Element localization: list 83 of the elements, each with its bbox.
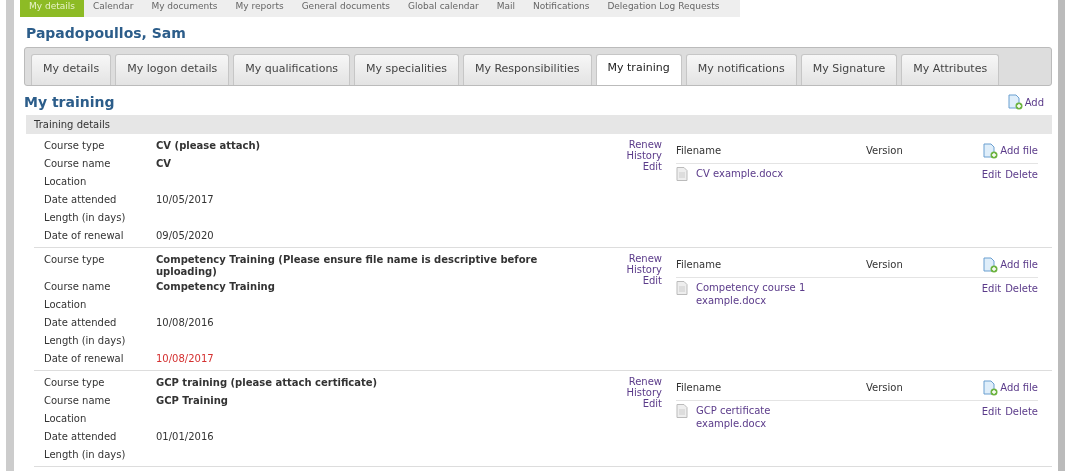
file-action-link[interactable]: Edit	[981, 166, 1002, 182]
field-value: GCP training (please attach certificate)	[156, 375, 379, 390]
field-label: Length (in days)	[44, 447, 127, 462]
tab[interactable]: My notifications	[685, 54, 797, 85]
field-value: Competency Training (Please ensure file name is descriptive before uploading)	[156, 252, 539, 278]
person-name: Papadopoullos, Sam	[26, 24, 187, 43]
field-value: CV	[156, 156, 173, 171]
action-link[interactable]: History	[626, 386, 662, 398]
column-header: Filename	[676, 144, 723, 158]
action-link[interactable]: Renew	[628, 138, 662, 150]
subheader-bar: Training details	[26, 114, 1052, 134]
add-document-icon	[982, 379, 999, 396]
field-value: 01/01/2016	[156, 429, 215, 444]
section-title: My training	[24, 92, 115, 112]
field-label: Length (in days)	[44, 210, 127, 225]
add-file-link[interactable]: Add file	[1000, 380, 1038, 395]
field-label: Course type	[44, 375, 106, 390]
field-value: GCP Training	[156, 393, 229, 408]
tab[interactable]: My qualifications	[233, 54, 351, 85]
tab[interactable]: My Responsibilities	[462, 54, 592, 85]
field-value: Competency Training	[156, 279, 276, 294]
file-action-link[interactable]: Delete	[1005, 280, 1038, 307]
tab[interactable]: My specialities	[354, 54, 459, 85]
nav-link-item[interactable]: My reports	[226, 0, 293, 17]
file-action-link[interactable]: Edit	[981, 403, 1002, 430]
nav-link-item[interactable]: Calendar	[83, 0, 143, 17]
document-icon	[676, 403, 688, 418]
file-link[interactable]: GCP certificate example.docx	[696, 403, 826, 430]
field-label: Course name	[44, 279, 112, 294]
file-action-link[interactable]: Delete	[1005, 403, 1038, 430]
column-header: Filename	[676, 381, 723, 395]
field-value: 10/08/2017	[156, 351, 215, 366]
action-link[interactable]: History	[626, 263, 662, 275]
field-label: Location	[44, 297, 88, 312]
nav-link-item[interactable]: Global calendar	[399, 0, 488, 17]
add-file-link[interactable]: Add file	[1000, 143, 1038, 158]
field-value: 10/05/2017	[156, 192, 215, 207]
field-label: Course type	[44, 252, 106, 267]
field-label: Length (in days)	[44, 333, 127, 348]
field-label: Location	[44, 411, 88, 426]
action-link[interactable]: Renew	[628, 252, 662, 264]
add-document-icon	[1006, 94, 1023, 110]
document-icon	[676, 166, 688, 181]
file-link[interactable]: Competency course 1 example.docx	[696, 280, 826, 307]
tab[interactable]: My logon details	[115, 54, 230, 85]
document-icon	[676, 280, 688, 295]
add-document-icon	[982, 142, 999, 159]
file-link[interactable]: CV example.docx	[696, 166, 784, 180]
tab[interactable]: My training	[595, 54, 682, 85]
add-file-link[interactable]: Add file	[1000, 257, 1038, 272]
file-action-link[interactable]: Delete	[1005, 166, 1038, 182]
field-label: Course type	[44, 138, 106, 153]
field-label: Date attended	[44, 315, 118, 330]
action-link[interactable]: Edit	[642, 160, 662, 172]
action-link[interactable]: Renew	[628, 375, 662, 387]
file-action-link[interactable]: Edit	[981, 280, 1002, 307]
field-label: Course name	[44, 156, 112, 171]
field-value: 10/08/2016	[156, 315, 215, 330]
action-link[interactable]: Edit	[642, 274, 662, 286]
column-header: Filename	[676, 258, 723, 272]
add-link[interactable]: Add	[1024, 94, 1044, 110]
nav-link-item[interactable]: Delegation Log Requests	[598, 0, 729, 17]
field-label: Date attended	[44, 429, 118, 444]
field-label: Date of renewal	[44, 228, 125, 243]
nav-link-item[interactable]: My documents	[142, 0, 227, 17]
column-header: Version	[866, 381, 904, 395]
column-header: Version	[866, 258, 904, 272]
action-link[interactable]: History	[626, 149, 662, 161]
action-link[interactable]: Edit	[642, 397, 662, 409]
field-value: 09/05/2020	[156, 228, 215, 243]
nav-link-item[interactable]: Notifications	[524, 0, 599, 17]
field-label: Course name	[44, 393, 112, 408]
nav-link-item[interactable]: Mail	[487, 0, 525, 17]
tab[interactable]: My Signature	[800, 54, 898, 85]
nav-link-item[interactable]: General documents	[292, 0, 400, 17]
field-label: Date attended	[44, 192, 118, 207]
field-label: Location	[44, 174, 88, 189]
column-header: Version	[866, 144, 904, 158]
field-value: CV (please attach)	[156, 138, 262, 153]
tab[interactable]: My details	[31, 54, 112, 85]
field-label: Date of renewal	[44, 351, 125, 366]
tab[interactable]: My Attributes	[901, 54, 1000, 85]
add-document-icon	[982, 256, 999, 273]
